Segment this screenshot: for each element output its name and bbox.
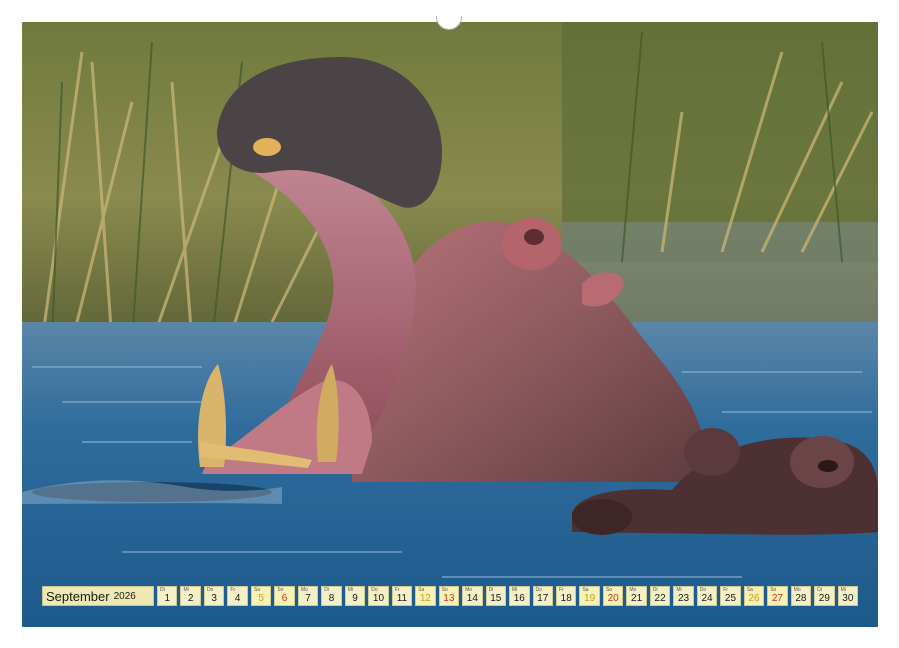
day-cell: Sa 5: [250, 586, 272, 606]
day-number: 4: [234, 593, 241, 604]
day-number: 7: [305, 593, 311, 604]
day-cell: Fr 18: [555, 586, 577, 606]
day-cell: So 27: [767, 586, 788, 606]
day-number: 1: [164, 593, 171, 604]
day-number: 3: [211, 593, 217, 604]
day-number: 26: [748, 593, 760, 604]
day-number: 29: [818, 593, 830, 604]
day-cell: Do 10: [368, 586, 389, 606]
day-cell: Do 17: [532, 586, 553, 606]
day-number: 28: [795, 593, 807, 604]
day-number: 17: [537, 593, 549, 604]
day-cell: Mo 28: [790, 586, 812, 606]
day-cell: Sa 26: [743, 586, 765, 606]
day-cell: Sa 19: [579, 586, 600, 606]
calendar-strip: September 2026 Di 1 Mi 2 Do 3 Fr 4 Sa 5 So 6 Mo 7 Di 8 M…: [42, 586, 859, 606]
day-number: 11: [396, 593, 408, 604]
calendar-page: September 2026 Di 1 Mi 2 Do 3 Fr 4 Sa 5 So 6 Mo 7 Di 8 M…: [0, 0, 899, 648]
hippo-photo: [22, 22, 878, 627]
day-cell: Mi 30: [837, 586, 859, 606]
day-cell: Fr 4: [227, 586, 248, 606]
day-cell: Di 8: [321, 586, 342, 606]
day-cell: Sa 12: [415, 586, 436, 606]
day-cell: Fr 11: [391, 586, 413, 606]
day-number: 15: [490, 593, 502, 604]
day-cell: So 6: [274, 586, 295, 606]
day-cell: Mi 23: [673, 586, 694, 606]
day-number: 14: [466, 593, 478, 604]
day-number: 27: [771, 593, 783, 604]
day-cell: Mo 21: [626, 586, 647, 606]
month-year: 2026: [113, 590, 136, 602]
day-cell: Mo 7: [297, 586, 319, 606]
day-number: 16: [513, 593, 525, 604]
day-number: 9: [352, 593, 358, 604]
day-cell: So 13: [438, 586, 460, 606]
day-cell: Di 29: [814, 586, 835, 606]
day-number: 8: [328, 593, 335, 604]
day-cell: Di 15: [485, 586, 507, 606]
day-number: 13: [443, 593, 455, 604]
day-number: 5: [258, 593, 264, 604]
day-number: 30: [842, 593, 854, 604]
day-number: 19: [584, 593, 596, 604]
day-number: 10: [372, 593, 385, 604]
day-number: 18: [560, 593, 572, 604]
day-cell: Mi 16: [509, 586, 530, 606]
day-number: 21: [631, 593, 643, 604]
day-cell: So 20: [602, 586, 624, 606]
day-number: 24: [701, 593, 713, 604]
day-number: 22: [654, 593, 666, 604]
day-number: 23: [677, 593, 690, 604]
day-cell: Di 22: [649, 586, 671, 606]
month-label: September 2026: [42, 586, 154, 606]
day-cell: Do 3: [203, 586, 225, 606]
day-number: 12: [419, 593, 431, 604]
day-number: 6: [281, 593, 288, 604]
day-cell: Fr 25: [720, 586, 741, 606]
day-number: 25: [724, 593, 737, 604]
day-number: 20: [607, 593, 619, 604]
month-name: September: [46, 588, 110, 604]
day-cell: Mi 9: [344, 586, 366, 606]
day-cell: Di 1: [157, 586, 178, 606]
day-cell: Mo 14: [462, 586, 483, 606]
day-cell: Do 24: [696, 586, 718, 606]
day-number: 2: [187, 593, 194, 604]
day-cell: Mi 2: [180, 586, 201, 606]
